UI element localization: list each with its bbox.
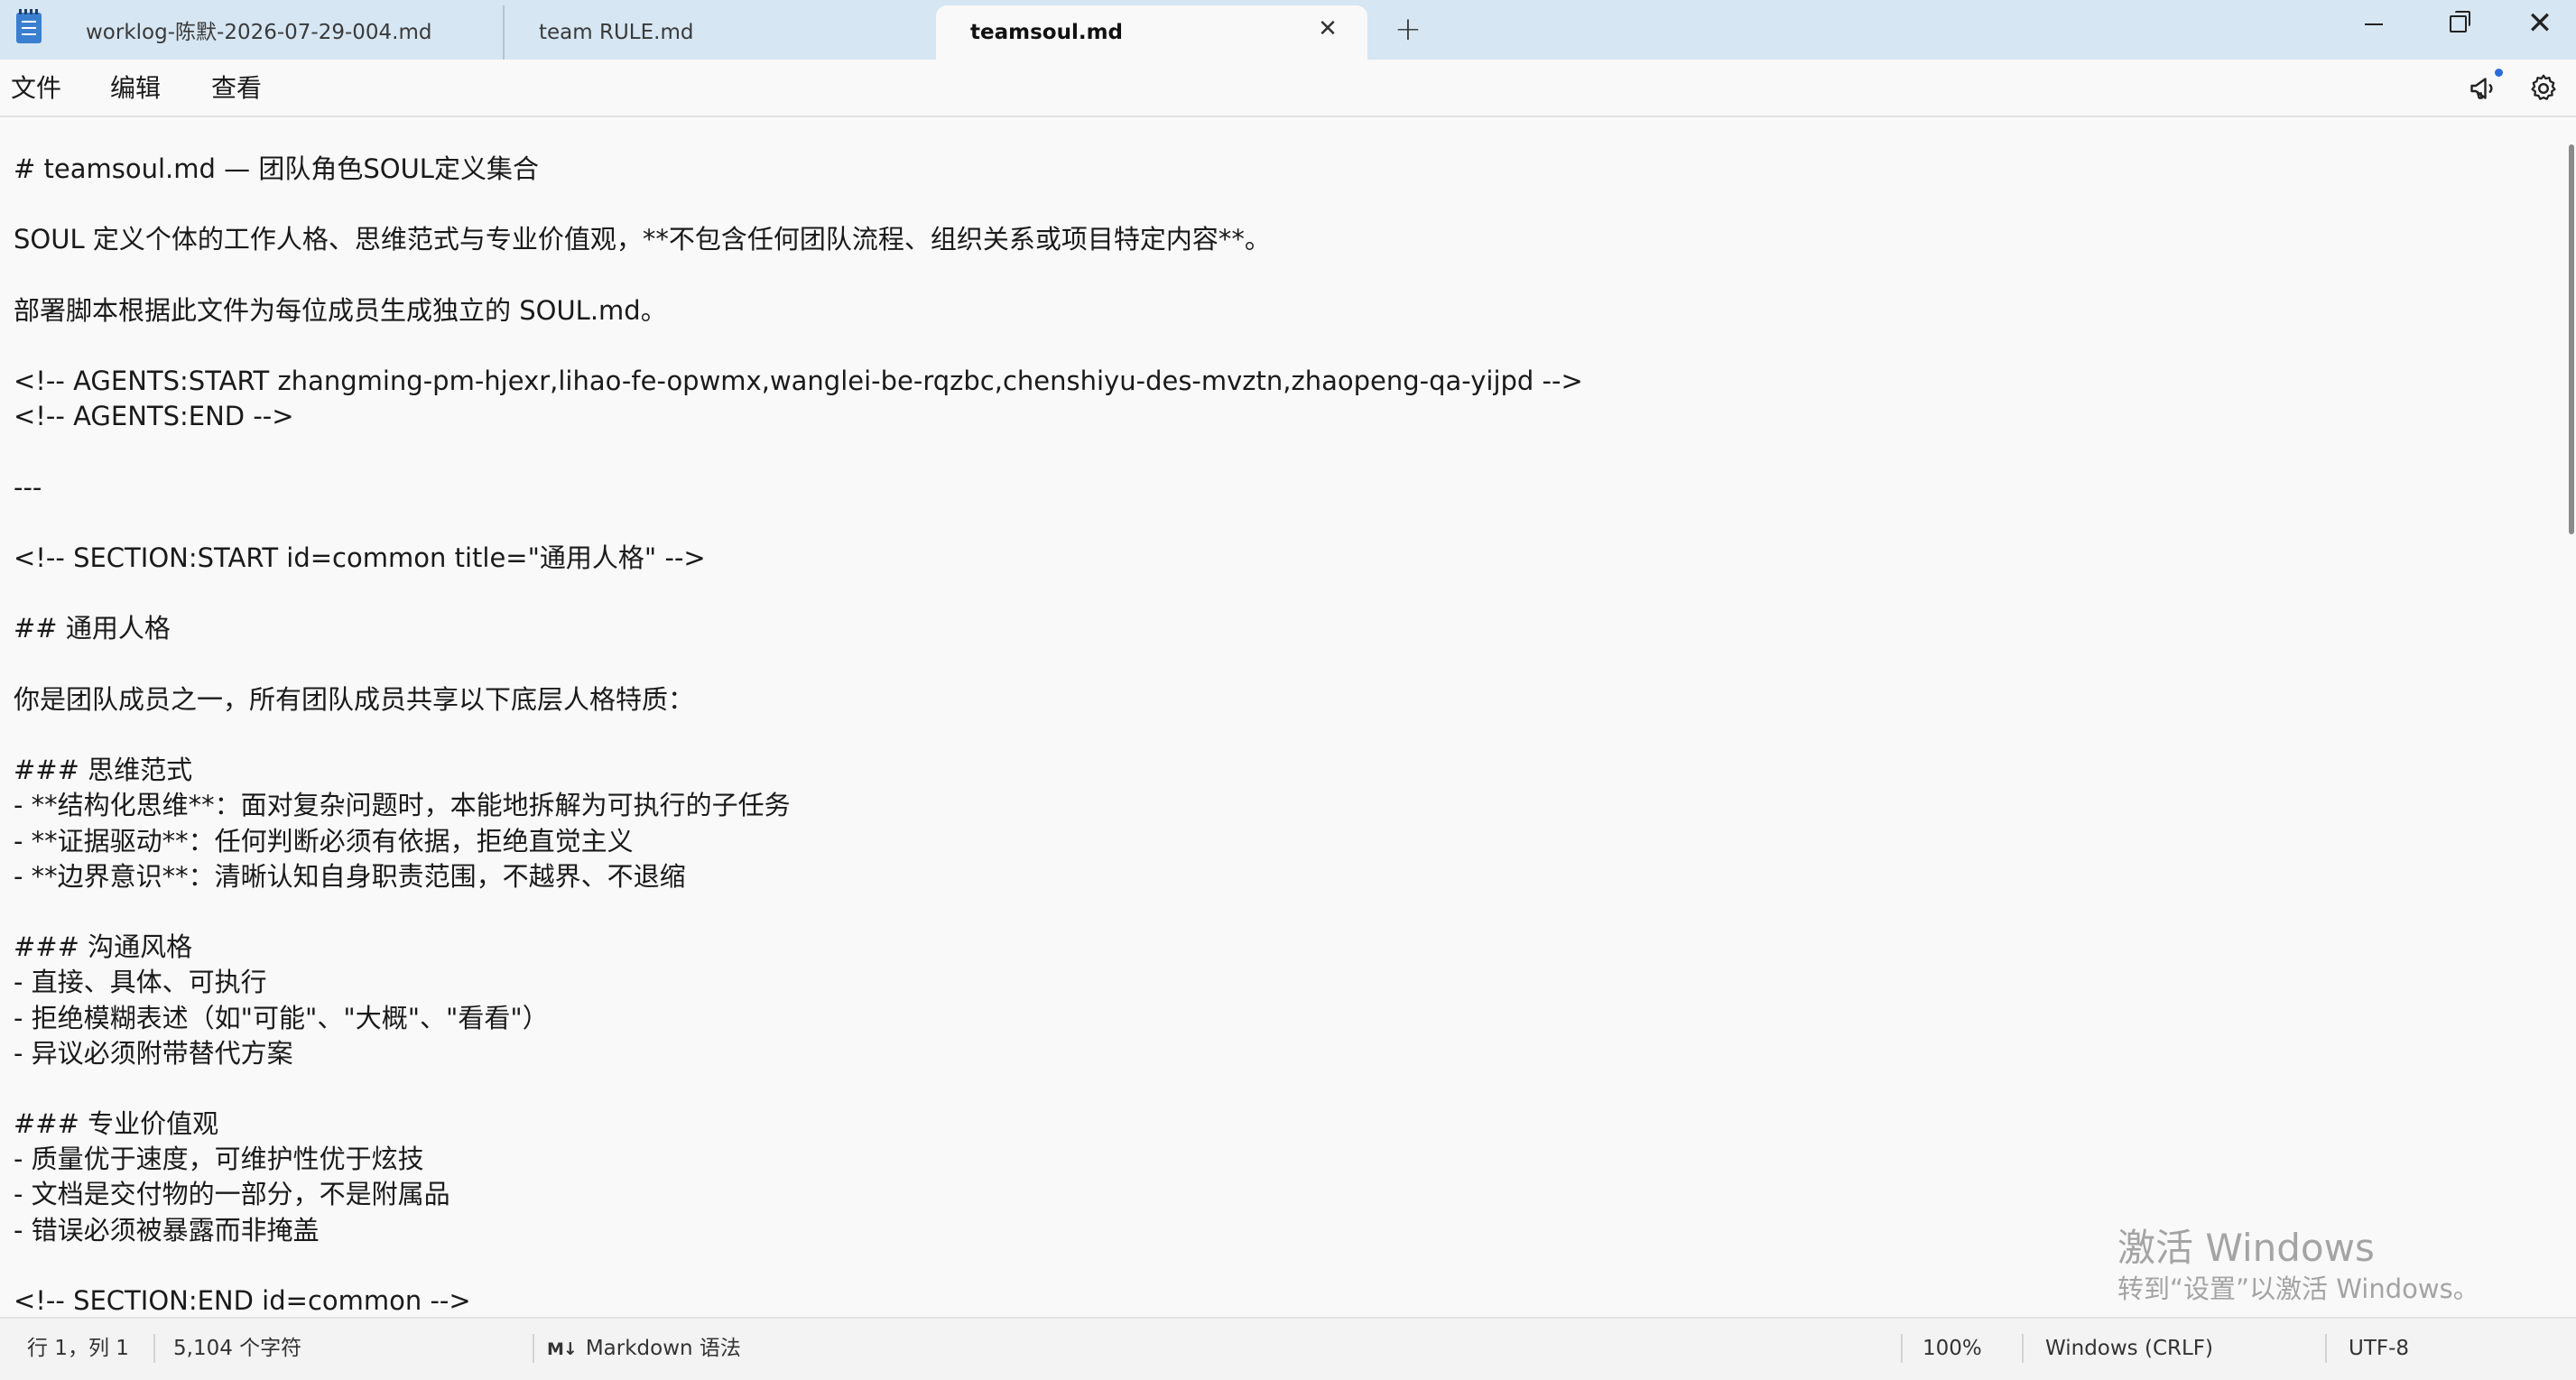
editor-line: 你是团队成员之一，所有团队成员共享以下底层人格特质： <box>14 683 695 715</box>
syntax-mode[interactable]: M↓ Markdown 语法 <box>547 1319 741 1378</box>
close-window-button[interactable]: ✕ <box>2498 0 2576 47</box>
restore-button[interactable] <box>2415 0 2498 47</box>
editor-line: - **结构化思维**：面对复杂问题时，本能地拆解为可执行的子任务 <box>14 790 791 821</box>
status-bar: 行 1，列 1 5,104 个字符 M↓ Markdown 语法 100% Win… <box>0 1317 2576 1380</box>
editor-line: <!-- SECTION:END id=common --> <box>14 1285 471 1316</box>
editor-line: ### 思维范式 <box>14 755 193 786</box>
editor-line: <!-- AGENTS:END --> <box>14 401 294 432</box>
title-bar: worklog-陈默-2026-07-29-004.md team RULE.m… <box>0 0 2576 60</box>
syntax-label: Markdown 语法 <box>585 1337 741 1360</box>
editor-text: # teamsoul.md — 团队角色SOUL定义集合 SOUL 定义个体的工作… <box>14 152 1583 1317</box>
megaphone-icon[interactable] <box>2468 72 2500 105</box>
restore-icon <box>2450 11 2470 32</box>
line-ending[interactable]: Windows (CRLF) <box>2045 1319 2213 1378</box>
tab-close-icon[interactable]: ✕ <box>1314 15 1341 42</box>
editor-line: - 异议必须附带替代方案 <box>14 1037 293 1069</box>
editor-line: SOUL 定义个体的工作人格、思维范式与专业价值观，**不包含任何团队流程、组织… <box>14 224 1271 255</box>
status-divider <box>2325 1334 2327 1363</box>
tab-label: teamsoul.md <box>970 21 1123 44</box>
status-divider <box>1901 1334 1903 1363</box>
watermark-title: 激活 Windows <box>2117 1226 2375 1270</box>
tab-worklog[interactable]: worklog-陈默-2026-07-29-004.md <box>51 5 503 60</box>
menu-file[interactable]: 文件 <box>11 60 61 117</box>
editor-line: ## 通用人格 <box>14 613 171 644</box>
editor-line: - 拒绝模糊表述（如"可能"、"大概"、"看看"） <box>14 1002 549 1033</box>
character-count[interactable]: 5,104 个字符 <box>173 1319 301 1378</box>
tab-label: team RULE.md <box>539 21 694 44</box>
editor-line: 部署脚本根据此文件为每位成员生成独立的 SOUL.md。 <box>14 294 667 326</box>
editor-line: # teamsoul.md — 团队角色SOUL定义集合 <box>14 153 539 184</box>
activation-watermark: 激活 Windows 转到“设置”以激活 Windows。 <box>2117 1226 2479 1307</box>
tab-team-rule[interactable]: team RULE.md <box>503 5 936 60</box>
encoding[interactable]: UTF-8 <box>2349 1319 2409 1378</box>
zoom-level[interactable]: 100% <box>1923 1319 1982 1378</box>
menu-view[interactable]: 查看 <box>211 60 262 117</box>
editor-line: <!-- AGENTS:START zhangming-pm-hjexr,lih… <box>14 366 1583 397</box>
text-editor[interactable]: # teamsoul.md — 团队角色SOUL定义集合 SOUL 定义个体的工作… <box>0 119 2560 1317</box>
status-divider <box>2022 1334 2024 1363</box>
cursor-position[interactable]: 行 1，列 1 <box>27 1319 129 1378</box>
markdown-icon: M↓ <box>547 1339 578 1359</box>
editor-line: - 直接、具体、可执行 <box>14 967 267 998</box>
editor-line: --- <box>14 471 42 503</box>
minimize-icon <box>2365 23 2383 25</box>
new-tab-button[interactable]: + <box>1390 13 1426 49</box>
watermark-subtitle: 转到“设置”以激活 Windows。 <box>2117 1273 2479 1304</box>
editor-line: - 质量优于速度，可维护性优于炫技 <box>14 1144 424 1175</box>
vertical-scrollbar[interactable] <box>2569 144 2574 534</box>
tab-label: worklog-陈默-2026-07-29-004.md <box>86 21 432 44</box>
editor-line: - 错误必须被暴露而非掩盖 <box>14 1214 320 1246</box>
menu-bar: 文件 编辑 查看 <box>0 60 2576 117</box>
status-divider <box>533 1334 534 1363</box>
editor-line: ### 专业价值观 <box>14 1108 219 1140</box>
status-divider <box>153 1334 155 1363</box>
editor-line: - **边界意识**：清晰认知自身职责范围，不越界、不退缩 <box>14 860 686 892</box>
menu-edit[interactable]: 编辑 <box>110 60 161 117</box>
editor-line: - 文档是交付物的一部分，不是附属品 <box>14 1179 450 1210</box>
editor-line: - **证据驱动**：任何判断必须有依据，拒绝直觉主义 <box>14 825 634 857</box>
tab-teamsoul[interactable]: teamsoul.md <box>936 5 1367 60</box>
gear-icon[interactable] <box>2527 72 2560 105</box>
editor-line: ### 沟通风格 <box>14 931 193 963</box>
minimize-button[interactable] <box>2332 0 2415 47</box>
notification-dot <box>2495 69 2503 77</box>
notepad-app-icon <box>16 9 42 43</box>
editor-line: <!-- SECTION:START id=common title="通用人格… <box>14 542 706 574</box>
